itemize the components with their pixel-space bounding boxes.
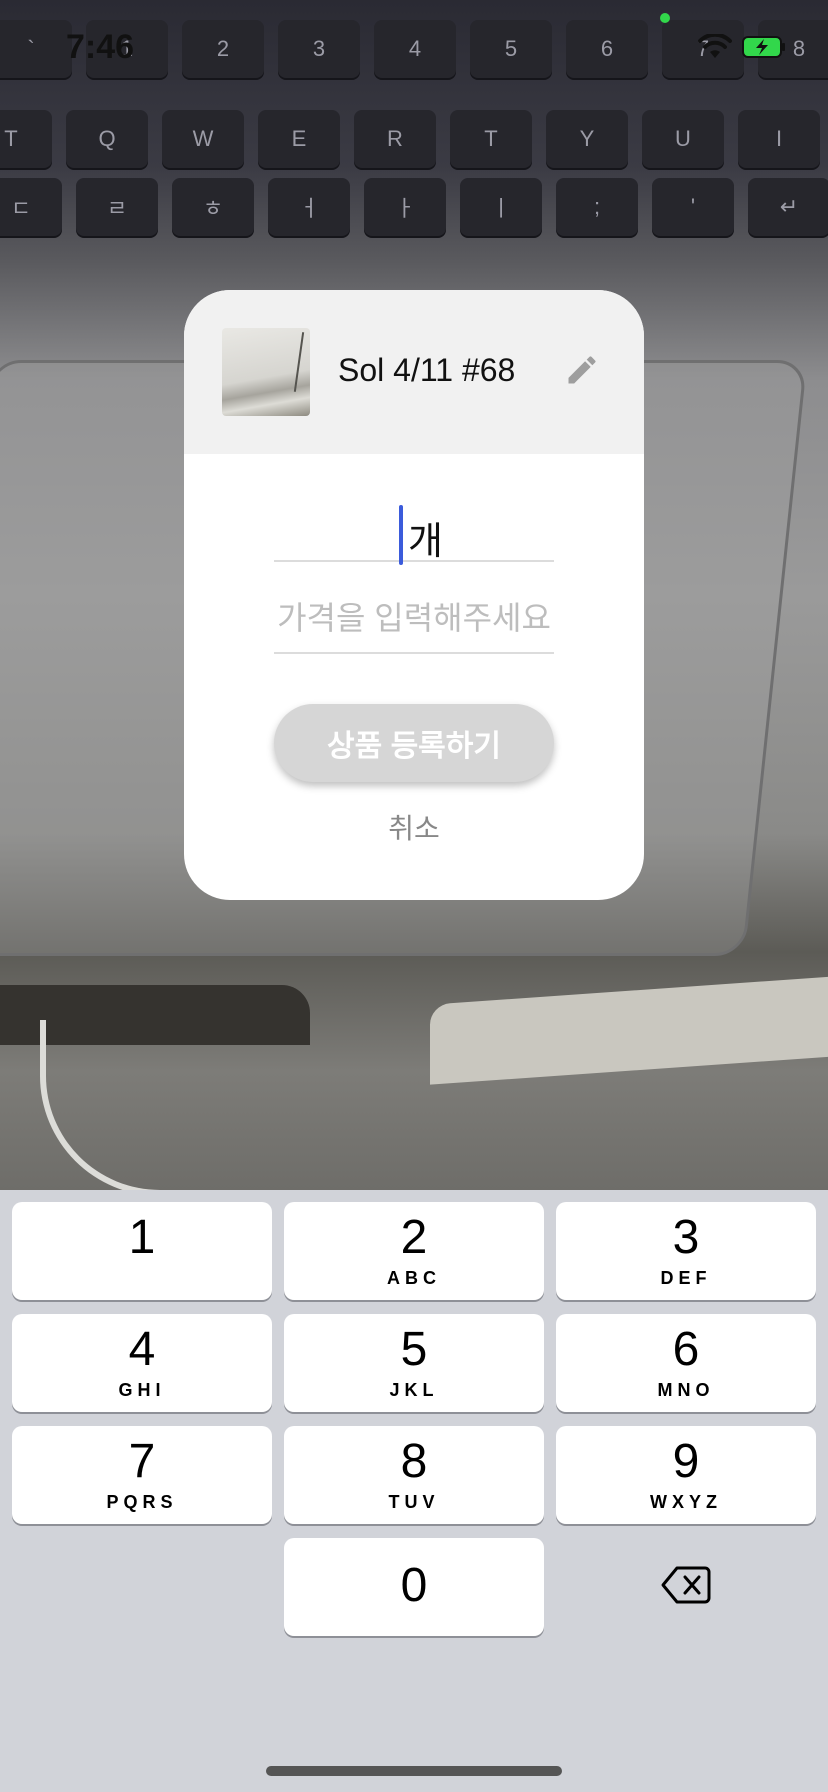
background-stand: [430, 975, 828, 1085]
background-key: Y: [546, 110, 628, 168]
register-product-label: 상품 등록하기: [327, 730, 501, 763]
keypad-key-4[interactable]: 4 GHI: [12, 1314, 272, 1412]
price-input[interactable]: 가격을 입력해주세요: [274, 580, 554, 654]
key-letters: GHI: [118, 1380, 166, 1400]
price-placeholder: 가격을 입력해주세요: [277, 600, 551, 636]
key-digit: 1: [128, 1211, 156, 1264]
background-key: ↵: [748, 178, 828, 236]
backspace-icon: [661, 1565, 711, 1610]
background-key: ㅎ: [172, 178, 254, 236]
battery-charging-icon: [742, 36, 786, 63]
key-letters: DEF: [660, 1268, 712, 1288]
background-key: ㅓ: [268, 178, 350, 236]
camera-in-use-indicator: [660, 13, 670, 23]
register-product-dialog: Sol 4/11 #68 가격을 입력해주세요 상품 등록하기 취소: [184, 290, 644, 900]
dialog-header: Sol 4/11 #68: [184, 290, 644, 454]
background-key: ㅏ: [364, 178, 446, 236]
key-digit: 5: [400, 1323, 428, 1376]
key-digit: 2: [400, 1211, 428, 1264]
background-key: ': [652, 178, 734, 236]
key-letters: PQRS: [106, 1492, 178, 1512]
background-keyboard-row: T Q W E R T Y U I: [0, 110, 820, 168]
background-key: E: [258, 110, 340, 168]
keypad-key-0[interactable]: 0: [284, 1538, 544, 1636]
product-name: Sol 4/11 #68: [338, 352, 516, 388]
key-digit: 9: [672, 1435, 700, 1488]
background-keyboard-row: ㄷ ㄹ ㅎ ㅓ ㅏ ㅣ ; ' ↵: [0, 178, 828, 236]
key-letters: WXYZ: [650, 1492, 722, 1512]
keypad-key-8[interactable]: 8 TUV: [284, 1426, 544, 1524]
background-key: Q: [66, 110, 148, 168]
background-key: ㅣ: [460, 178, 542, 236]
key-letters: TUV: [388, 1492, 440, 1512]
key-digit: 8: [400, 1435, 428, 1488]
text-cursor: [399, 505, 403, 565]
keypad-key-6[interactable]: 6 MNO: [556, 1314, 816, 1412]
keypad-key-3[interactable]: 3 DEF: [556, 1202, 816, 1300]
keypad-key-2[interactable]: 2 ABC: [284, 1202, 544, 1300]
key-letters: MNO: [657, 1380, 715, 1400]
key-digit: 4: [128, 1323, 156, 1376]
key-letters: JKL: [389, 1380, 439, 1400]
background-cable: [40, 1020, 276, 1190]
keypad-key-1[interactable]: 1: [12, 1202, 272, 1300]
key-digit: 6: [672, 1323, 700, 1376]
background-key: T: [0, 110, 52, 168]
background-key: ㄹ: [76, 178, 158, 236]
register-product-button[interactable]: 상품 등록하기: [274, 704, 554, 782]
status-bar: 7:46: [0, 0, 828, 100]
home-indicator: [266, 1766, 562, 1776]
pencil-icon[interactable]: [564, 352, 600, 388]
key-digit: 3: [672, 1211, 700, 1264]
background-key: ㄷ: [0, 178, 62, 236]
background-key: T: [450, 110, 532, 168]
background-key: W: [162, 110, 244, 168]
keypad-key-9[interactable]: 9 WXYZ: [556, 1426, 816, 1524]
wifi-icon: [698, 32, 732, 65]
cancel-button[interactable]: 취소: [274, 805, 554, 849]
keypad-key-7[interactable]: 7 PQRS: [12, 1426, 272, 1524]
background-key: R: [354, 110, 436, 168]
background-key: I: [738, 110, 820, 168]
key-digit: 0: [400, 1559, 428, 1612]
product-thumbnail: [222, 328, 310, 416]
background-key: U: [642, 110, 724, 168]
keypad-delete-button[interactable]: [556, 1538, 816, 1636]
key-letters: ABC: [387, 1268, 441, 1288]
cancel-label: 취소: [388, 813, 440, 844]
status-time: 7:46: [66, 28, 135, 66]
keypad-key-5[interactable]: 5 JKL: [284, 1314, 544, 1412]
background-key: ;: [556, 178, 638, 236]
key-digit: 7: [128, 1435, 156, 1488]
quantity-unit-label: 개: [408, 521, 443, 563]
